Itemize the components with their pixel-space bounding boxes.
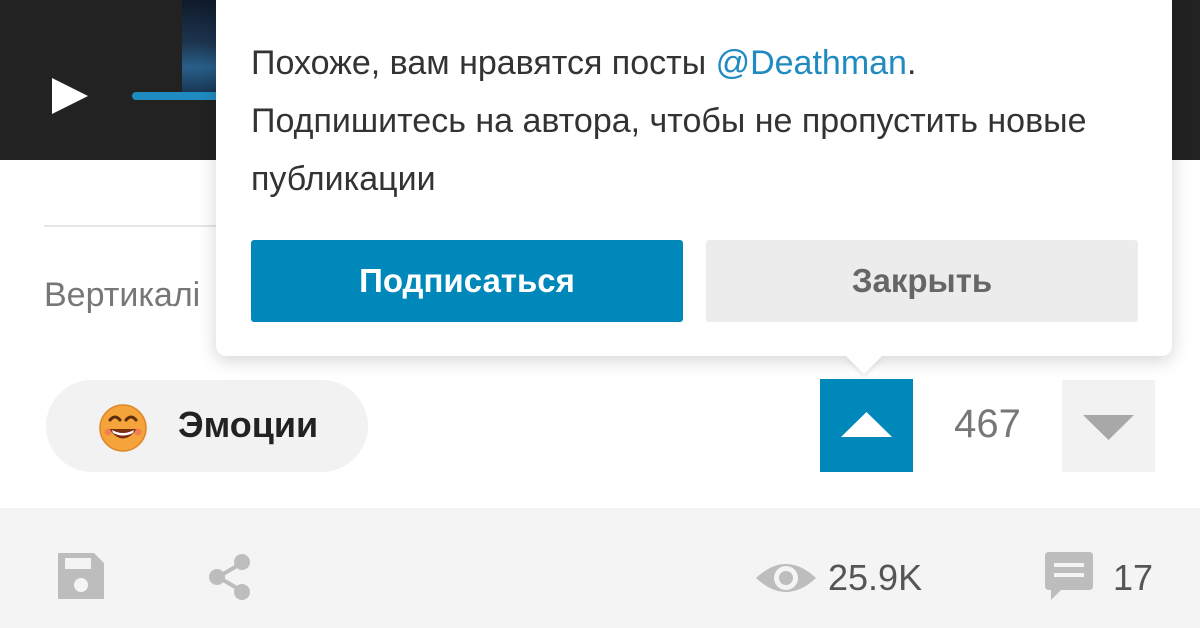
comment-icon[interactable] [1041, 550, 1097, 604]
subscribe-popup: Похоже, вам нравятся посты @Deathman. По… [216, 0, 1172, 356]
post-text: Вертикалі [44, 276, 201, 314]
views-count: 25.9K [828, 557, 923, 598]
emotions-button[interactable]: Эмоции [46, 380, 368, 472]
popup-pointer [846, 356, 882, 374]
upvote-button[interactable] [820, 379, 913, 472]
smiling-emoji-icon [99, 404, 147, 452]
subscribe-button[interactable]: Подписаться [251, 240, 683, 322]
eye-icon [756, 564, 816, 592]
popup-message: Похоже, вам нравятся посты @Deathman. По… [251, 34, 1131, 208]
emotions-label: Эмоции [178, 404, 319, 445]
post-footer [0, 508, 1200, 628]
author-mention-link[interactable]: @Deathman [716, 44, 907, 82]
upvote-arrow-icon [841, 412, 892, 437]
save-icon[interactable] [54, 549, 108, 603]
popup-text-before: Похоже, вам нравятся посты [251, 44, 716, 82]
vote-count: 467 [954, 402, 1021, 446]
play-icon[interactable] [46, 74, 96, 118]
downvote-button[interactable] [1062, 380, 1155, 472]
downvote-arrow-icon [1083, 415, 1134, 440]
share-icon[interactable] [206, 552, 254, 602]
comments-count: 17 [1113, 557, 1154, 598]
close-button[interactable]: Закрыть [706, 240, 1138, 322]
